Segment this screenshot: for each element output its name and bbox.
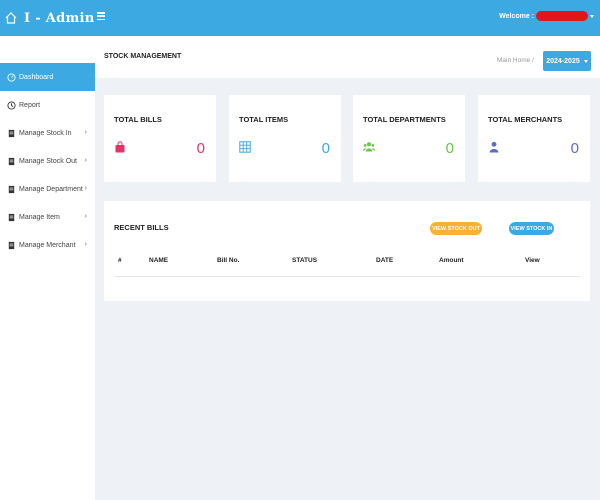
users-icon <box>363 142 375 152</box>
sidebar-item-dashboard[interactable]: Dashboard <box>0 63 95 91</box>
chevron-down-icon <box>590 14 594 18</box>
redacted-username <box>536 11 588 21</box>
sidebar-item-label: Report <box>19 101 41 109</box>
grid-icon <box>239 141 251 153</box>
sidebar-item-label: Manage Merchant <box>19 241 76 249</box>
year-select-button[interactable]: 2024-2025 <box>543 51 591 71</box>
document-icon <box>8 213 15 221</box>
sidebar-item-manage-stock-in[interactable]: Manage Stock In › <box>0 119 95 147</box>
column-header: View <box>525 257 540 264</box>
card-value: 0 <box>321 140 330 157</box>
document-icon <box>8 241 15 249</box>
column-header: STATUS <box>292 257 318 264</box>
document-icon <box>8 185 15 193</box>
card-label: TOTAL DEPARTMENTS <box>363 115 446 124</box>
home-icon <box>5 12 17 24</box>
document-icon <box>8 157 15 165</box>
recent-bills-panel: RECENT BILLS VIEW STOCK OUT VIEW STOCK I… <box>104 201 590 301</box>
sidebar-item-label: Dashboard <box>19 73 54 81</box>
card-total-bills: TOTAL BILLS 0 <box>104 95 216 182</box>
card-total-items: TOTAL ITEMS 0 <box>229 95 341 182</box>
sidebar-item-label: Manage Stock Out <box>19 157 77 165</box>
welcome-label: Welcome : <box>499 12 534 20</box>
brand[interactable]: I - Admin <box>0 0 95 36</box>
sidebar-item-label: Manage Item <box>19 213 60 221</box>
column-header: Bill No. <box>217 257 240 264</box>
page-title: STOCK MANAGEMENT <box>104 53 182 60</box>
sidebar-nav: Dashboard Report Manage Stock In › Manag… <box>0 63 95 259</box>
view-stock-out-button[interactable]: VIEW STOCK OUT <box>430 222 482 235</box>
card-value: 0 <box>570 140 579 157</box>
sidebar-item-manage-merchant[interactable]: Manage Merchant › <box>0 231 95 259</box>
sidebar-item-label: Manage Stock In <box>19 129 72 137</box>
card-value: 0 <box>445 140 454 157</box>
top-bar: I - Admin Welcome : <box>0 0 600 36</box>
year-label: 2024-2025 <box>546 57 580 65</box>
breadcrumb[interactable]: Main Home / <box>497 57 534 64</box>
sidebar-item-manage-stock-out[interactable]: Manage Stock Out › <box>0 147 95 175</box>
brand-title: I - Admin <box>24 10 95 26</box>
column-header: Amount <box>439 257 464 264</box>
column-header: DATE <box>376 257 394 264</box>
card-label: TOTAL MERCHANTS <box>488 115 563 124</box>
card-total-merchants: TOTAL MERCHANTS 0 <box>478 95 590 182</box>
dashboard-icon <box>7 72 16 82</box>
chevron-right-icon: › <box>84 241 87 248</box>
menu-toggle-button[interactable] <box>97 10 109 22</box>
shopping-bag-icon <box>115 141 125 153</box>
report-icon <box>7 100 16 110</box>
chevron-down-icon <box>583 59 588 63</box>
column-header: NAME <box>149 257 169 264</box>
card-value: 0 <box>196 140 205 157</box>
card-label: TOTAL ITEMS <box>239 115 289 124</box>
sidebar-item-manage-item[interactable]: Manage Item › <box>0 203 95 231</box>
view-stock-in-button[interactable]: VIEW STOCK IN <box>509 222 554 235</box>
sidebar-item-manage-department[interactable]: Manage Department › <box>0 175 95 203</box>
chevron-right-icon: › <box>84 157 87 164</box>
sidebar-item-report[interactable]: Report <box>0 91 95 119</box>
chevron-right-icon: › <box>84 185 87 192</box>
chevron-right-icon: › <box>84 213 87 220</box>
column-header: # <box>118 257 122 264</box>
sidebar-item-label: Manage Department <box>19 185 83 193</box>
user-menu[interactable]: Welcome : <box>499 11 594 21</box>
card-total-departments: TOTAL DEPARTMENTS 0 <box>353 95 465 182</box>
chevron-right-icon: › <box>84 129 87 136</box>
document-icon <box>8 129 15 137</box>
recent-bills-title: RECENT BILLS <box>114 223 169 232</box>
user-icon <box>489 141 499 153</box>
bills-table-header: # NAME Bill No. STATUS DATE Amount View <box>114 257 580 277</box>
card-label: TOTAL BILLS <box>114 115 162 124</box>
